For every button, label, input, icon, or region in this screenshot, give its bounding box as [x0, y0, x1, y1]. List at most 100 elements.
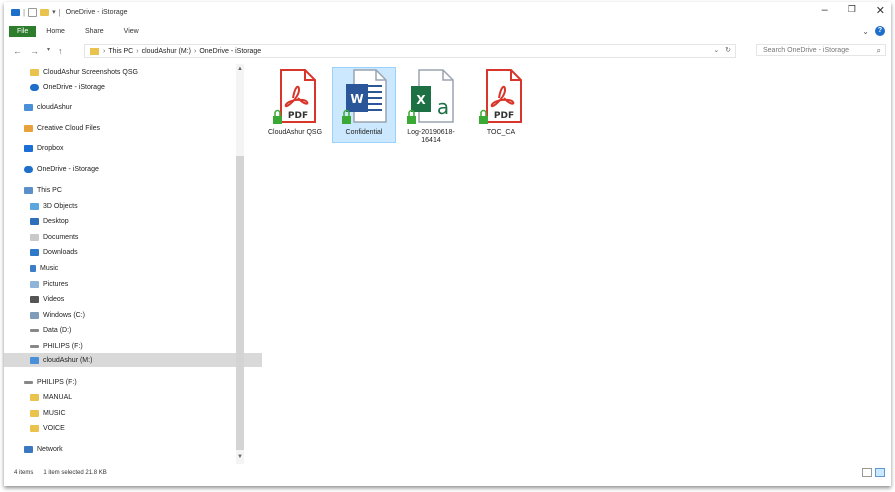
address-row: ← → ▾ ↑ › This PC › cloudAshur (M:) › On… [4, 42, 891, 60]
dropbox-icon [24, 144, 33, 152]
sidebar-item-label: CloudAshur Screenshots QSG [43, 68, 138, 76]
sidebar-item-windows-c[interactable]: Windows (C:) [4, 308, 262, 322]
sidebar-item-cloudashur-m[interactable]: cloudAshur (M:) [4, 353, 262, 367]
pictures-icon [30, 280, 39, 288]
usb-drive-icon [24, 380, 33, 384]
sidebar-item-this-pc[interactable]: This PC [4, 183, 256, 197]
quick-access-dropdown-icon[interactable]: ▾ [52, 8, 56, 16]
window-title: OneDrive - iStorage [65, 8, 128, 16]
sidebar-item-videos[interactable]: Videos [4, 292, 262, 306]
back-arrow-icon[interactable]: ← [13, 46, 22, 56]
sidebar-item-voice[interactable]: VOICE [4, 421, 262, 435]
address-dropdown-icon[interactable]: ⌄ [713, 47, 719, 54]
search-input[interactable]: Search OneDrive - iStorage ⌕ [756, 44, 886, 56]
sidebar-item-documents[interactable]: Documents [4, 230, 262, 244]
explorer-window: | ▾ | OneDrive - iStorage – ❐ ✕ File Hom… [4, 2, 891, 486]
sidebar-item-label: MUSIC [43, 409, 66, 417]
sidebar-item-creative-cloud[interactable]: Creative Cloud Files [4, 121, 256, 135]
divider: | [58, 7, 61, 17]
downloads-icon [30, 248, 39, 256]
drive-icon [30, 356, 39, 364]
sidebar-item-onedrive-istorage[interactable]: OneDrive - iStorage [4, 80, 262, 94]
file-item-log[interactable]: a X Log-20190618-16414 [400, 68, 462, 145]
sidebar-item-philips-f[interactable]: PHILIPS (F:) [4, 339, 262, 353]
file-item-cloudashur-qsg[interactable]: PDF CloudAshur QSG [264, 68, 326, 137]
sidebar-item-onedrive[interactable]: OneDrive - iStorage [4, 162, 256, 176]
close-icon[interactable]: ✕ [876, 4, 885, 17]
sidebar-item-pictures[interactable]: Pictures [4, 277, 262, 291]
desktop-icon [30, 217, 39, 225]
sidebar-item-label: Windows (C:) [43, 311, 86, 319]
tab-view[interactable]: View [114, 28, 149, 35]
status-bar: 4 items 1 item selected 21.8 KB [4, 465, 891, 481]
onedrive-icon [24, 165, 33, 173]
tab-file[interactable]: File [9, 25, 37, 37]
sidebar-item-network[interactable]: Network [4, 442, 256, 456]
forward-arrow-icon[interactable]: → [30, 46, 39, 56]
maximize-icon[interactable]: ❐ [848, 4, 856, 17]
search-placeholder: Search OneDrive - iStorage [763, 46, 849, 54]
music-icon [30, 264, 36, 272]
3d-objects-icon [30, 202, 39, 210]
creative-cloud-icon [24, 124, 33, 132]
divider: | [23, 7, 26, 17]
sidebar-item-3d-objects[interactable]: 3D Objects [4, 199, 262, 213]
file-badge: X [416, 93, 426, 107]
new-folder-icon[interactable] [40, 8, 50, 16]
sidebar-item-cloudashur-screenshots-qsg[interactable]: CloudAshur Screenshots QSG [4, 65, 262, 79]
sidebar-item-dropbox[interactable]: Dropbox [4, 141, 256, 155]
sidebar-item-label: Downloads [43, 248, 78, 256]
sidebar-item-downloads[interactable]: Downloads [4, 245, 262, 259]
sidebar-item-label: cloudAshur (M:) [43, 356, 93, 364]
minimize-icon[interactable]: – [822, 4, 828, 17]
properties-icon[interactable] [28, 7, 38, 17]
sidebar-item-cloudashur[interactable]: cloudAshur [4, 100, 256, 114]
file-name: TOC_CA [486, 129, 516, 136]
sidebar-item-label: Creative Cloud Files [37, 124, 101, 132]
sidebar-item-music-folder[interactable]: MUSIC [4, 406, 262, 420]
sidebar-item-manual[interactable]: MANUAL [4, 390, 262, 404]
documents-icon [30, 233, 39, 241]
refresh-icon[interactable]: ↻ [725, 47, 731, 54]
sidebar-item-label: MANUAL [43, 393, 73, 401]
sidebar-item-label: Music [40, 264, 59, 272]
sidebar-item-philips-f-root[interactable]: PHILIPS (F:) [4, 375, 256, 389]
file-badge: W [350, 92, 363, 106]
scroll-up-icon[interactable]: ▲ [236, 66, 244, 72]
file-item-confidential[interactable]: W Confidential [332, 67, 396, 143]
recent-locations-icon[interactable]: ▾ [47, 46, 50, 56]
address-bar[interactable]: › This PC › cloudAshur (M:) › OneDrive -… [84, 44, 736, 58]
sidebar-item-label: Desktop [43, 217, 69, 225]
scrollbar-thumb[interactable] [236, 156, 244, 450]
breadcrumb-cloudashur[interactable]: cloudAshur (M:) [142, 48, 191, 55]
sidebar-item-label: Videos [43, 295, 65, 303]
tab-share[interactable]: Share [75, 28, 114, 35]
selection-info: 1 item selected 21.8 KB [43, 470, 107, 476]
sidebar-item-label: OneDrive - iStorage [43, 83, 105, 91]
large-icons-view-icon[interactable] [875, 468, 885, 477]
breadcrumb-this-pc[interactable]: This PC [108, 48, 133, 55]
excel-file-icon: a X [407, 69, 454, 124]
sidebar-item-label: PHILIPS (F:) [43, 342, 83, 350]
scroll-down-icon[interactable]: ▼ [236, 454, 244, 460]
chevron-right-icon: › [136, 47, 139, 55]
pdf-file-icon: PDF [273, 69, 316, 124]
file-name: Log-20190618-16414 [407, 129, 455, 144]
details-view-icon[interactable] [862, 468, 872, 477]
up-arrow-icon[interactable]: ↑ [58, 46, 63, 56]
chevron-right-icon: › [103, 47, 106, 55]
help-icon[interactable]: ? [875, 26, 885, 36]
tab-home[interactable]: Home [36, 28, 75, 35]
sidebar-item-music[interactable]: Music [4, 261, 262, 275]
sidebar-item-label: PHILIPS (F:) [37, 378, 77, 386]
sidebar-item-data-d[interactable]: Data (D:) [4, 323, 262, 337]
file-badge: PDF [288, 111, 308, 121]
expand-ribbon-icon[interactable]: ⌄ [862, 27, 869, 36]
sidebar-scrollbar[interactable]: ▲ ▼ [236, 64, 244, 464]
title-bar: | ▾ | OneDrive - iStorage – ❐ ✕ [4, 2, 891, 22]
breadcrumb-onedrive[interactable]: OneDrive - iStorage [199, 48, 261, 55]
sidebar-item-label: Documents [43, 233, 79, 241]
sidebar-item-desktop[interactable]: Desktop [4, 214, 262, 228]
file-item-toc-ca[interactable]: PDF TOC_CA [470, 68, 532, 137]
folder-icon [30, 409, 39, 417]
